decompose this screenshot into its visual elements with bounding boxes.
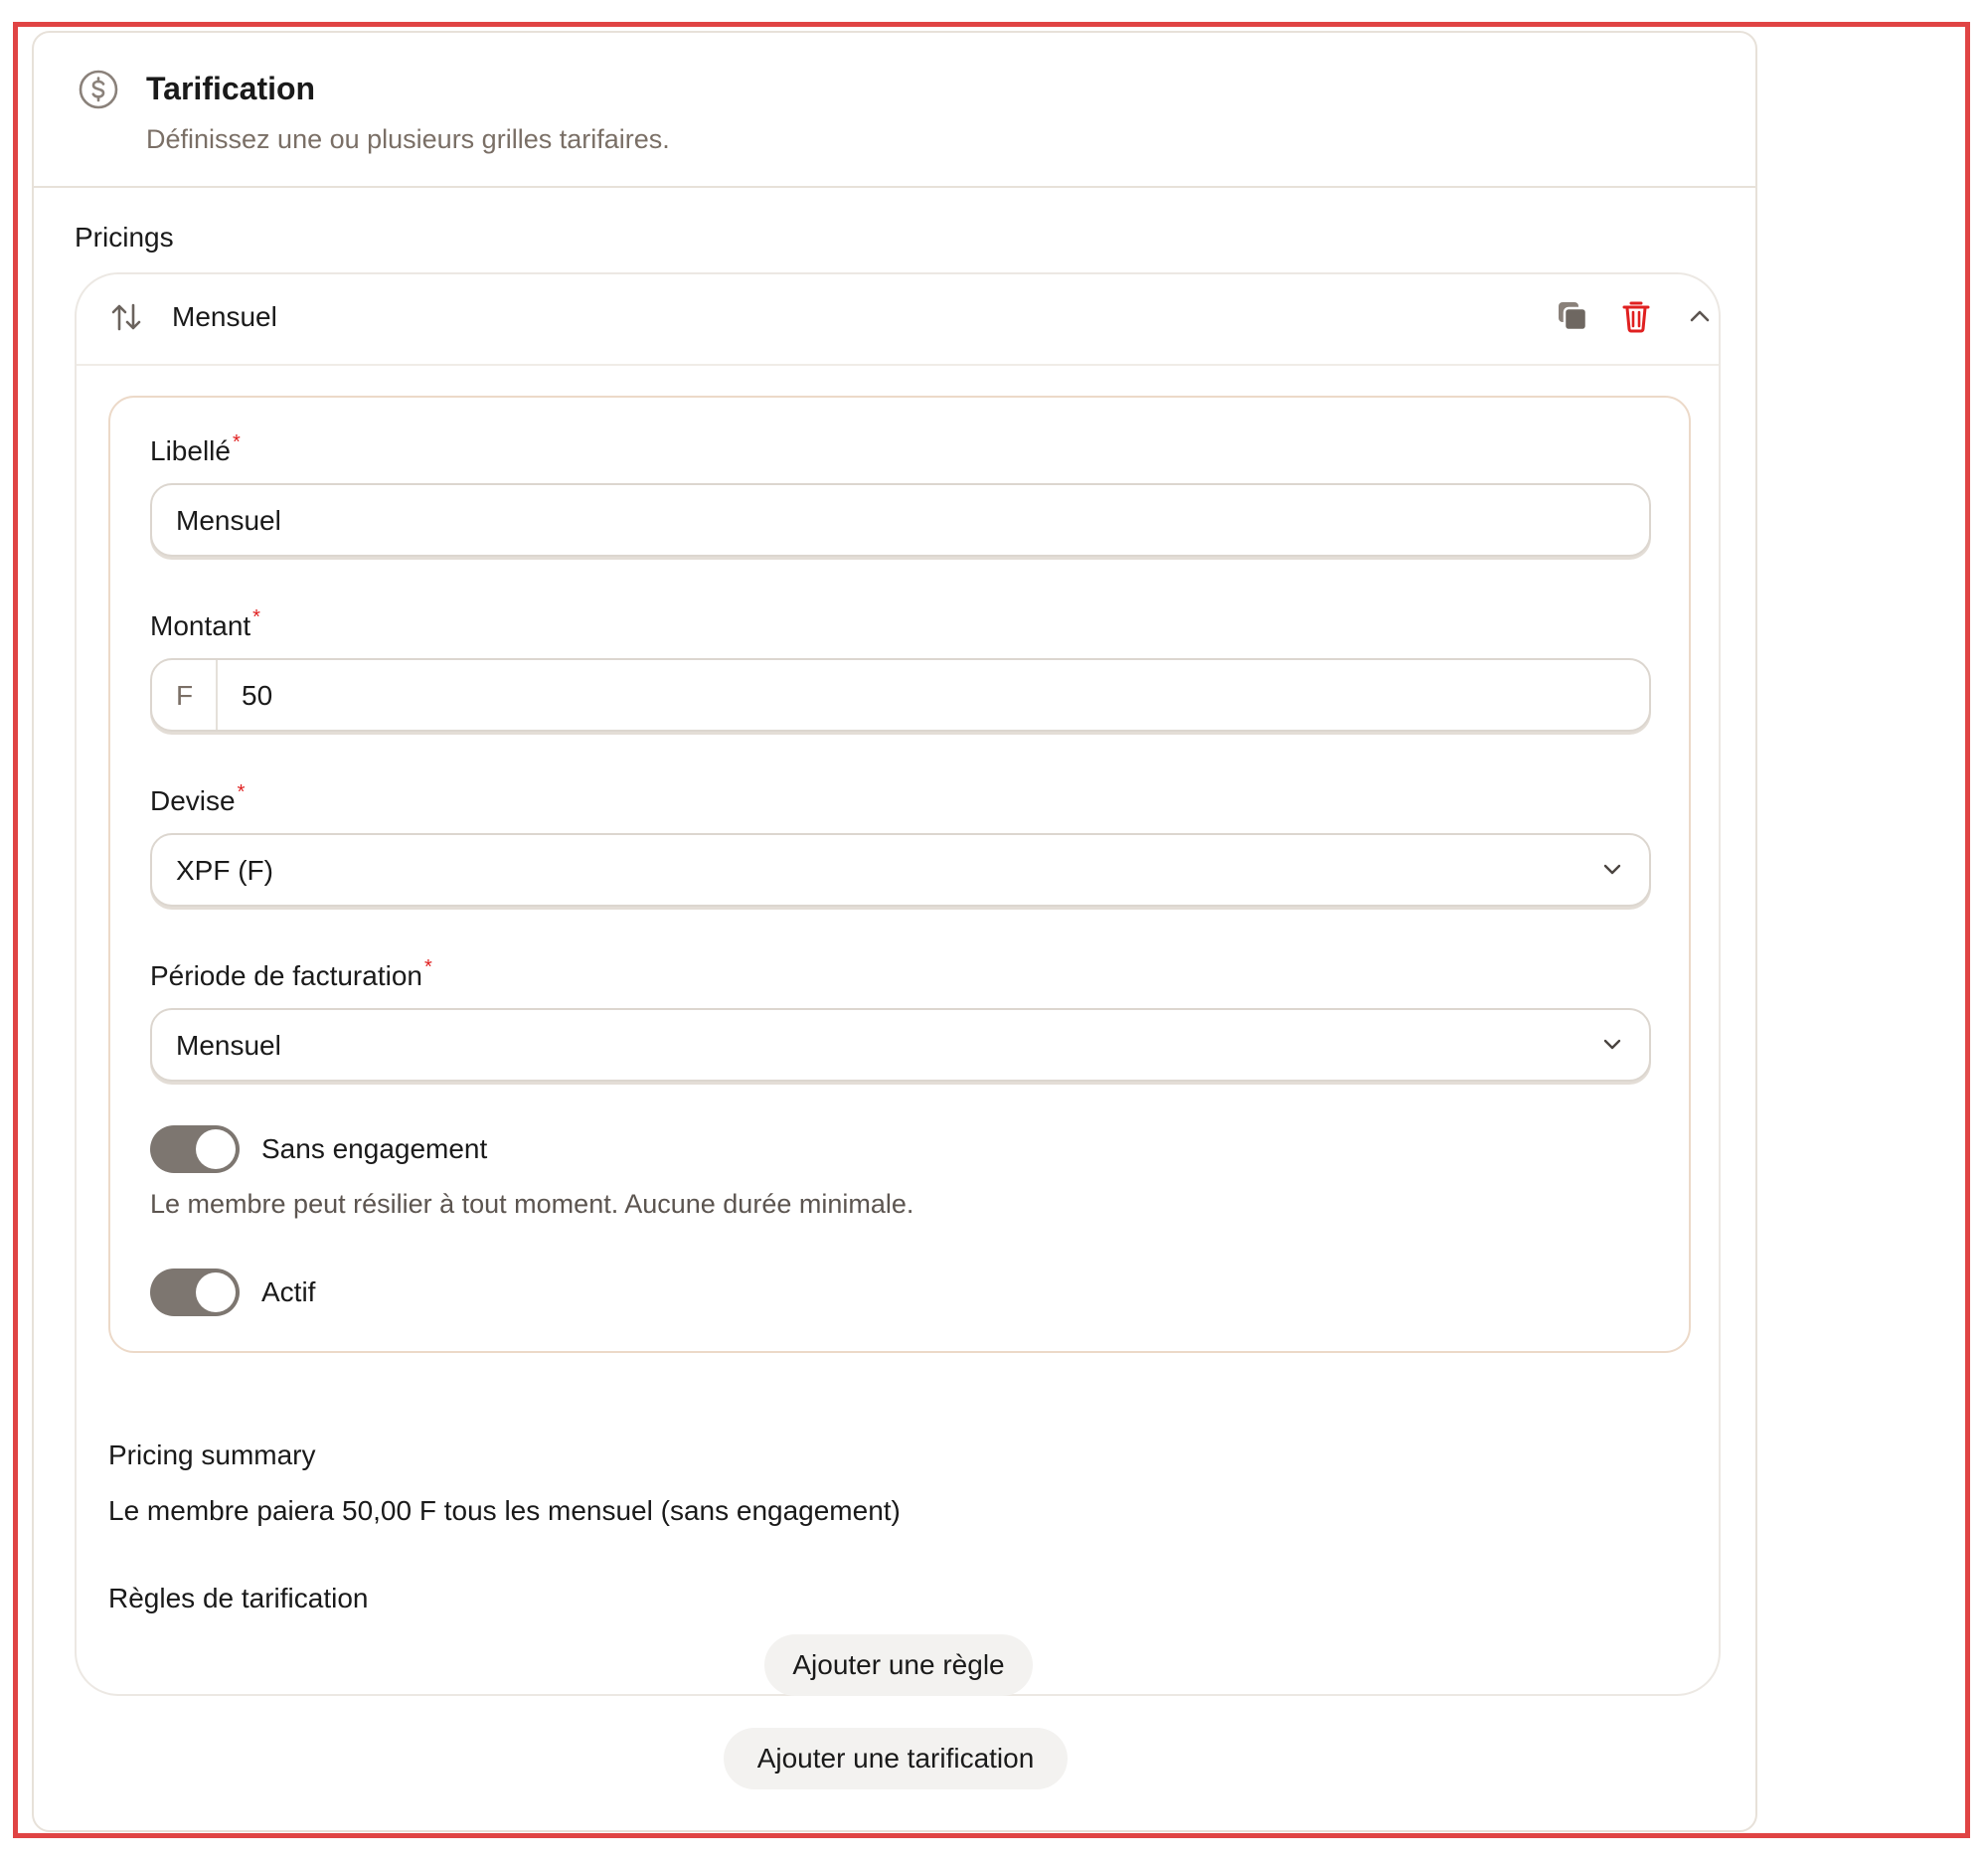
chevron-down-icon (1603, 1039, 1621, 1050)
required-marker: * (423, 956, 432, 978)
sans-engagement-helper: Le membre peut résilier à tout moment. A… (150, 1189, 914, 1219)
periode-select[interactable]: Mensuel (150, 1008, 1651, 1082)
actif-label: Actif (261, 1276, 316, 1307)
devise-label: Devise * (150, 781, 246, 816)
currency-prefix: F (152, 660, 218, 730)
pricing-summary-label: Pricing summary (108, 1439, 316, 1470)
copy-icon[interactable] (1553, 296, 1592, 336)
montant-value: 50 (242, 680, 273, 711)
pricing-summary-text: Le membre paiera 50,00 F tous les mensue… (108, 1495, 901, 1526)
libelle-input[interactable]: Mensuel (150, 483, 1651, 557)
toggle-knob (196, 1272, 236, 1312)
sans-engagement-label: Sans engagement (261, 1133, 488, 1164)
trash-icon[interactable] (1616, 296, 1656, 336)
devise-value: XPF (F) (176, 855, 273, 886)
pricing-card: Tarification Définissez une ou plusieurs… (32, 31, 1757, 1832)
pricing-rules-label: Règles de tarification (108, 1583, 369, 1613)
devise-select[interactable]: XPF (F) (150, 833, 1651, 907)
pricing-item: Mensuel Libellé * Mensuel Montant * F 50… (75, 272, 1721, 1696)
add-rule-button[interactable]: Ajouter une règle (764, 1634, 1033, 1696)
sans-engagement-toggle[interactable] (150, 1125, 240, 1173)
page-title: Tarification (146, 71, 316, 106)
add-pricing-button[interactable]: Ajouter une tarification (724, 1728, 1068, 1789)
dollar-circle-icon (79, 70, 118, 109)
periode-label: Période de facturation * (150, 956, 432, 991)
montant-input[interactable]: F 50 (150, 658, 1651, 732)
periode-value: Mensuel (176, 1030, 281, 1061)
actif-toggle[interactable] (150, 1269, 240, 1316)
pricings-section-label: Pricings (75, 222, 174, 253)
required-marker: * (232, 431, 241, 453)
pricing-item-title: Mensuel (172, 301, 277, 332)
required-marker: * (252, 606, 260, 628)
toggle-knob (196, 1129, 236, 1169)
libelle-label: Libellé * (150, 431, 241, 466)
card-header: Tarification Définissez une ou plusieurs… (34, 33, 1755, 188)
pricing-form: Libellé * Mensuel Montant * F 50 Devise * X… (108, 396, 1691, 1353)
chevron-down-icon (1603, 864, 1621, 875)
libelle-value: Mensuel (176, 505, 281, 536)
page-subtitle: Définissez une ou plusieurs grilles tari… (146, 124, 670, 154)
required-marker: * (237, 781, 246, 803)
currency-prefix-text: F (176, 680, 194, 711)
pricing-item-header[interactable]: Mensuel (77, 274, 1719, 366)
chevron-up-icon[interactable] (1680, 296, 1720, 336)
sort-arrows-icon[interactable] (108, 299, 144, 335)
montant-label: Montant * (150, 606, 260, 641)
